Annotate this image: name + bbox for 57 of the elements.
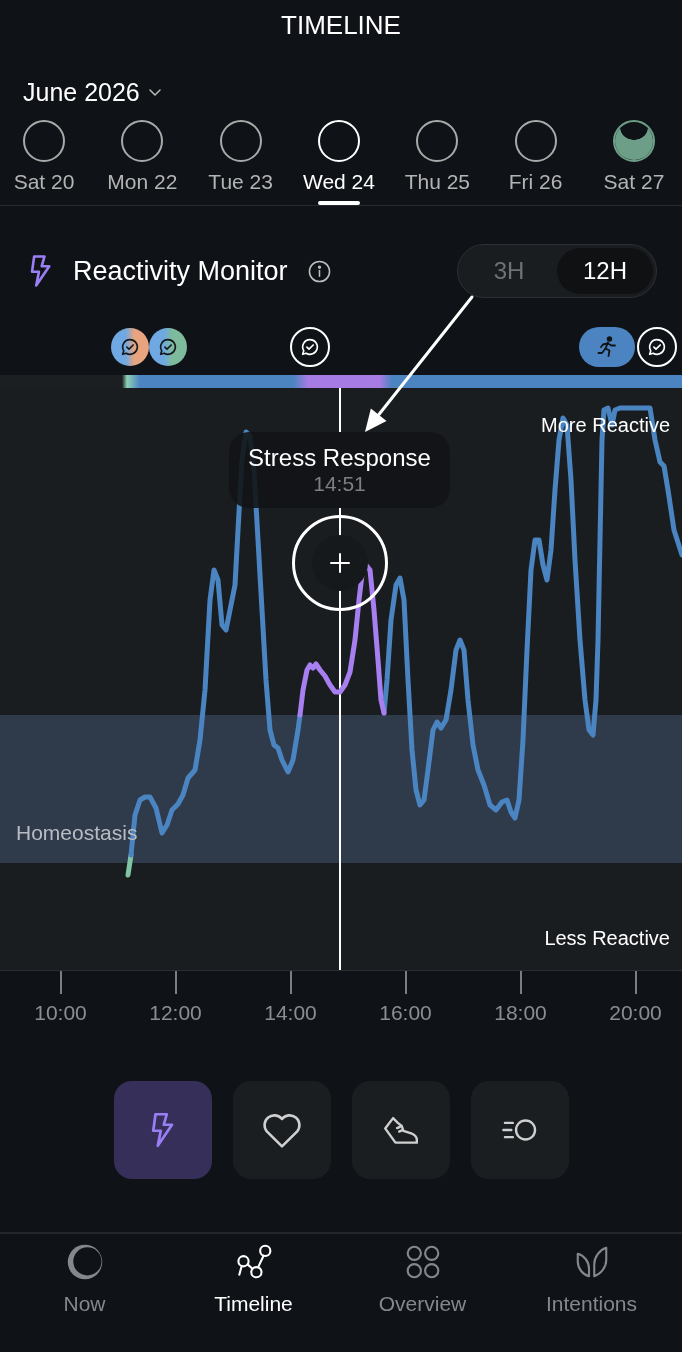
axis-label: 12:00 xyxy=(149,1001,202,1025)
metric-button[interactable] xyxy=(232,1081,331,1179)
shoe-icon xyxy=(381,1114,420,1146)
nav-tab[interactable]: Overview xyxy=(338,1234,507,1352)
selection-indicator xyxy=(318,201,360,205)
axis-label: 16:00 xyxy=(379,1001,432,1025)
day-progress-ring xyxy=(416,120,459,162)
axis-label: 14:00 xyxy=(264,1001,317,1025)
scale-label: Less Reactive xyxy=(544,926,670,950)
motion-circle-icon xyxy=(500,1117,539,1143)
lightning-icon xyxy=(150,1111,175,1149)
connected-circles-icon xyxy=(235,1244,272,1280)
day-tab[interactable]: Thu 25 xyxy=(405,120,470,205)
metric-button[interactable] xyxy=(351,1081,450,1179)
range-option[interactable]: 12H xyxy=(557,248,653,294)
metric-button[interactable] xyxy=(113,1081,212,1179)
day-tab[interactable]: Tue 23 xyxy=(208,120,273,205)
lightning-icon xyxy=(30,254,52,288)
axis-label: 18:00 xyxy=(494,1001,547,1025)
metric-button[interactable] xyxy=(470,1081,569,1179)
chat-check-icon[interactable] xyxy=(637,327,677,367)
tick-mark xyxy=(59,971,62,994)
runner-icon[interactable] xyxy=(579,327,635,367)
day-progress-ring xyxy=(23,120,65,162)
chevron-down-icon xyxy=(148,88,161,96)
tooltip-time: 14:51 xyxy=(313,472,366,496)
nav-tab[interactable]: Now xyxy=(0,1234,169,1352)
month-selector[interactable]: June 2026 xyxy=(23,77,161,107)
nav-tab[interactable]: Timeline xyxy=(169,1234,338,1352)
day-progress-ring xyxy=(121,120,164,162)
add-button[interactable] xyxy=(292,515,388,611)
chat-check-icon[interactable] xyxy=(111,328,149,366)
day-tab[interactable]: Mon 22 xyxy=(110,120,175,205)
nav-tab[interactable]: Intentions xyxy=(507,1234,676,1352)
axis-label: 10:00 xyxy=(34,1001,87,1025)
day-tab[interactable]: Sat 20 xyxy=(12,120,76,205)
day-tab[interactable]: Sat 27 xyxy=(601,120,666,205)
tick-mark xyxy=(404,971,407,994)
four-circles-icon xyxy=(404,1244,441,1280)
info-icon[interactable] xyxy=(307,259,331,283)
chat-check-icon[interactable] xyxy=(149,328,187,366)
tick-mark xyxy=(289,971,292,994)
monitor-title: Reactivity Monitor xyxy=(73,255,288,287)
page-title: TIMELINE xyxy=(281,10,401,40)
day-tab[interactable]: Fri 26 xyxy=(503,120,568,205)
chat-check-icon[interactable] xyxy=(290,327,330,367)
day-progress-ring xyxy=(514,120,557,162)
axis-label: 20:00 xyxy=(609,1001,662,1025)
tick-mark xyxy=(174,971,177,994)
heart-icon xyxy=(260,1111,303,1149)
tick-mark xyxy=(519,971,522,994)
tick-mark xyxy=(634,971,637,994)
crescent-icon xyxy=(66,1244,103,1280)
tooltip-title: Stress Response xyxy=(248,444,431,472)
range-option[interactable]: 3H xyxy=(461,248,557,294)
day-progress-ring xyxy=(219,120,262,162)
day-progress-ring xyxy=(318,120,360,162)
